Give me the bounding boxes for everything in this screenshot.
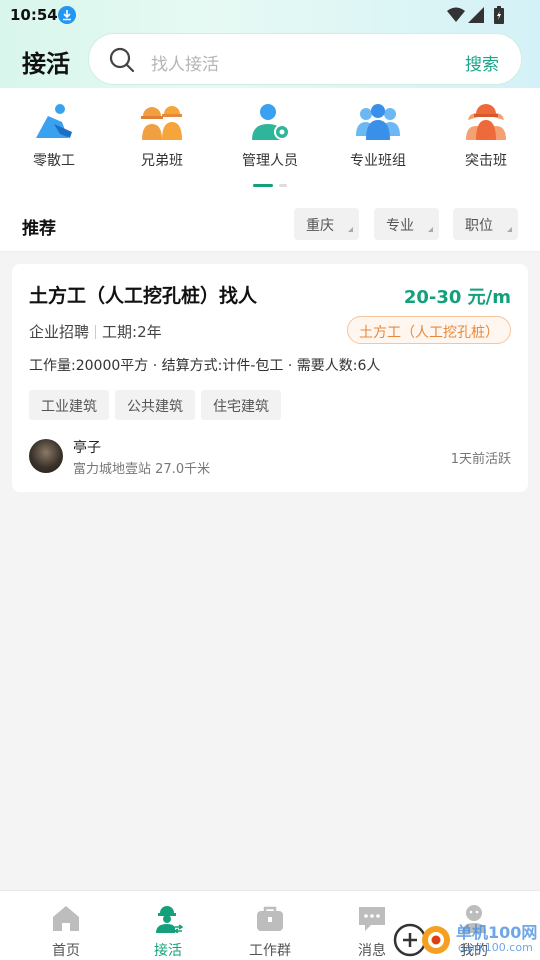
job-tags: 工业建筑 公共建筑 住宅建筑 xyxy=(29,390,287,420)
nav-item-jobs[interactable]: 接活 xyxy=(116,891,220,960)
filter-bar: 推荐 重庆 专业 职位 xyxy=(0,198,540,252)
briefcase-icon xyxy=(257,906,283,931)
nav-item-home[interactable]: 首页 xyxy=(14,891,118,960)
worker-shovel-icon xyxy=(36,104,72,138)
job-tag: 公共建筑 xyxy=(115,390,195,420)
download-icon xyxy=(58,6,76,24)
category-item[interactable]: 突击班 xyxy=(441,102,531,170)
category-item[interactable]: 专业班组 xyxy=(333,102,423,170)
category-label: 管理人员 xyxy=(242,153,298,169)
watermark-logo-icon xyxy=(393,923,450,957)
category-label: 专业班组 xyxy=(350,153,406,169)
dropdown-triangle-icon xyxy=(507,227,512,232)
search-button[interactable]: 搜索 xyxy=(465,50,499,75)
filter-chip-label: 重庆 xyxy=(306,218,334,234)
job-tag: 工业建筑 xyxy=(29,390,109,420)
signal-icon xyxy=(468,7,484,23)
job-period: 工期:2年 xyxy=(102,323,162,341)
category-label: 兄弟班 xyxy=(141,153,183,169)
filter-chip-position[interactable]: 职位 xyxy=(453,208,518,240)
message-icon xyxy=(359,907,385,931)
job-tag: 住宅建筑 xyxy=(201,390,281,420)
page-dot-active xyxy=(253,184,273,187)
category-item[interactable]: 零散工 xyxy=(9,102,99,170)
manager-icon xyxy=(252,104,290,140)
category-label: 零散工 xyxy=(33,153,75,169)
job-details: 工作量:20000平方 · 结算方式:计件-包工 · 需要人数:6人 xyxy=(29,358,381,374)
filter-chip-label: 专业 xyxy=(386,218,414,234)
status-time: 10:54 xyxy=(10,6,58,24)
category-item[interactable]: 管理人员 xyxy=(225,102,315,170)
page-title: 接活 xyxy=(22,50,70,78)
status-bar: 10:54 xyxy=(0,0,540,32)
user-location: 富力城地壹站 27.0千米 xyxy=(73,458,210,477)
battery-icon xyxy=(494,6,504,24)
nav-item-workgroup[interactable]: 工作群 xyxy=(218,891,322,960)
job-meta: 企业招聘 工期:2年 xyxy=(29,321,162,342)
category-label: 突击班 xyxy=(465,153,507,169)
section-title: 推荐 xyxy=(22,219,56,239)
trade-tag: 土方工（人工挖孔桩） xyxy=(347,316,511,344)
worker-icon xyxy=(156,906,183,933)
filter-chip-profession[interactable]: 专业 xyxy=(374,208,439,240)
wifi-icon xyxy=(447,7,465,22)
job-type: 企业招聘 xyxy=(29,323,90,341)
nav-label: 首页 xyxy=(52,943,80,959)
job-card[interactable]: 土方工（人工挖孔桩）找人 20-30 元/m 企业招聘 工期:2年 土方工（人工挖… xyxy=(12,264,528,492)
job-title: 土方工（人工挖孔桩）找人 xyxy=(29,285,258,307)
team-helmets-icon xyxy=(141,106,182,140)
category-bar: 零散工 兄弟班 管理人员 专业班组 突击班 xyxy=(0,88,540,198)
active-status: 1天前活跃 xyxy=(450,452,511,467)
job-price: 20-30 元/m xyxy=(403,287,511,308)
dropdown-triangle-icon xyxy=(348,227,353,232)
user-location-name: 富力城地壹站 xyxy=(73,462,152,477)
watermark-url: danji100.com xyxy=(458,941,533,954)
nav-label: 接活 xyxy=(154,943,182,959)
watermark-text: 单机100网 xyxy=(456,923,538,942)
filter-chip-city[interactable]: 重庆 xyxy=(294,208,359,240)
home-icon xyxy=(53,906,79,931)
filter-chip-label: 职位 xyxy=(465,218,493,234)
assault-team-icon xyxy=(466,104,506,140)
dropdown-triangle-icon xyxy=(428,227,433,232)
user-distance: 27.0千米 xyxy=(155,462,211,477)
avatar[interactable] xyxy=(29,439,63,473)
search-input[interactable]: 找人接活 xyxy=(151,50,219,75)
search-bar[interactable]: 找人接活 搜索 xyxy=(88,33,522,85)
watermark: 单机100网 danji100.com xyxy=(392,918,540,960)
user-name: 亭子 xyxy=(73,440,101,456)
nav-label: 工作群 xyxy=(249,943,291,959)
professional-team-icon xyxy=(356,104,400,140)
category-item[interactable]: 兄弟班 xyxy=(117,102,207,170)
search-icon xyxy=(109,47,135,73)
divider xyxy=(95,325,97,339)
page-dot xyxy=(279,184,287,187)
